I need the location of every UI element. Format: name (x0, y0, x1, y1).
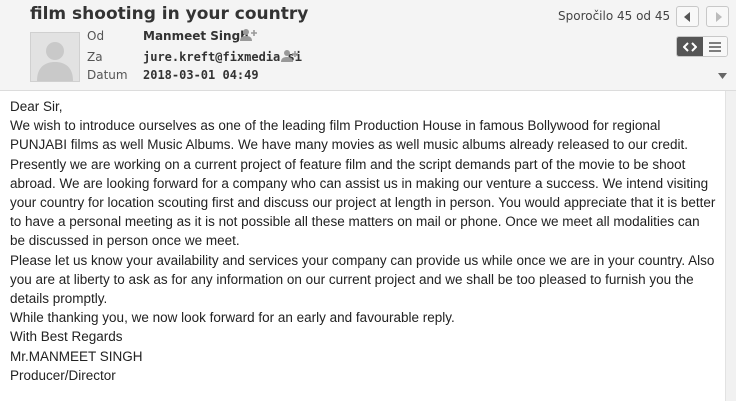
body-line: Dear Sir, (10, 99, 63, 114)
body-line: While thanking you, we now look forward … (10, 310, 455, 326)
body-line: Presently we are working on a current pr… (10, 156, 716, 249)
expand-headers-button[interactable] (718, 72, 727, 82)
message-header: film shooting in your country Sporočilo … (0, 0, 736, 91)
view-mode-toggle[interactable] (676, 36, 728, 57)
chevron-down-icon (718, 73, 727, 79)
body-line: Mr.MANMEET SINGH (10, 348, 143, 364)
body-line: We wish to introduce ourselves as one of… (10, 118, 688, 153)
message-scrollbar[interactable] (725, 91, 736, 401)
sender-avatar (30, 32, 80, 82)
body-line: With Best Regards (10, 329, 123, 345)
date-label: Datum (87, 68, 128, 82)
body-line: Producer/Director (10, 367, 116, 383)
user-silhouette-icon (37, 42, 73, 81)
message-subject: film shooting in your country (30, 4, 309, 24)
from-label: Od (87, 29, 105, 43)
menu-icon (709, 41, 721, 52)
chevron-right-icon (715, 11, 722, 22)
chevron-left-icon (683, 11, 690, 22)
add-contact-icon[interactable] (281, 49, 299, 63)
from-value[interactable]: Manmeet Singh (143, 29, 249, 43)
message-counter: Sporočilo 45 od 45 (558, 9, 671, 23)
code-icon (683, 41, 697, 52)
date-value: 2018-03-01 04:49 (143, 68, 259, 82)
body-line: Please let us know your availability and… (10, 252, 715, 307)
next-message-button[interactable] (706, 6, 729, 27)
previous-message-button[interactable] (676, 6, 699, 27)
plain-text-view-button[interactable] (703, 37, 727, 56)
message-body: Dear Sir, We wish to introduce ourselves… (10, 97, 716, 385)
html-view-button[interactable] (677, 37, 703, 56)
to-value[interactable]: jure.kreft@fixmedia.si (143, 50, 302, 64)
add-contact-icon[interactable] (240, 28, 258, 42)
to-label: Za (87, 50, 103, 64)
